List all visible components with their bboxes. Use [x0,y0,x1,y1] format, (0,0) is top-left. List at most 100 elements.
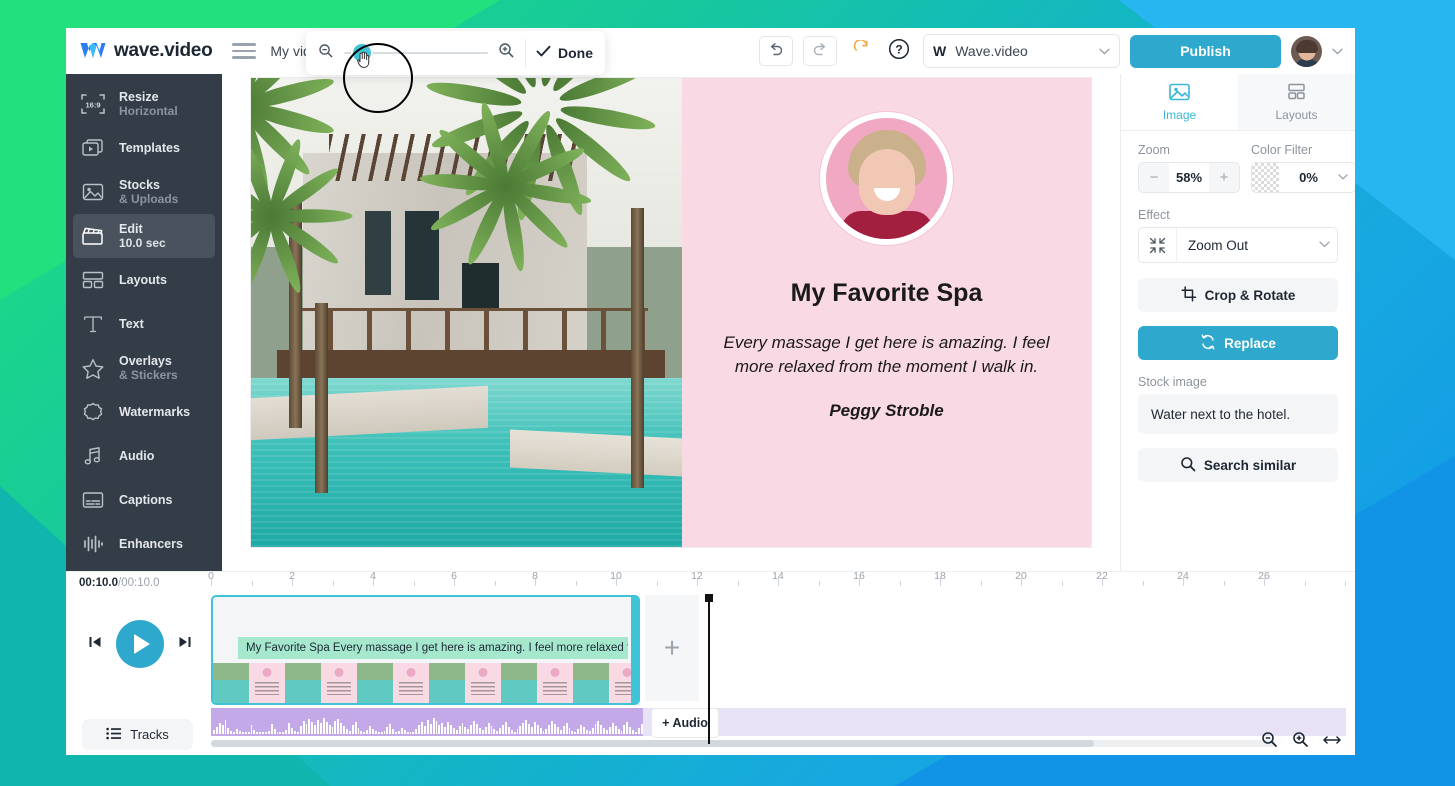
sidebar-item-captions[interactable]: Captions [66,478,222,522]
sidebar-item-sub: 10.0 sec [119,236,166,250]
sidebar-item-overlays-stickers[interactable]: Overlays & Stickers [66,346,222,390]
magnifier-minus-icon[interactable] [318,43,334,64]
waveform-bar [253,730,256,734]
sidebar-item-audio[interactable]: Audio [66,434,222,478]
clip-thumbnail [465,663,501,703]
tracks-button[interactable]: Tracks [82,719,193,750]
waveform-bar [510,730,513,734]
clip-trim-handle-right[interactable] [631,597,638,703]
zoom-increase-button[interactable]: + [1209,163,1239,192]
canvas-quote[interactable]: Every massage I get here is amazing. I f… [722,331,1052,379]
sidebar-item-label: Text [119,317,144,331]
waveform-bar [265,732,267,734]
replace-button[interactable]: Replace [1138,326,1338,360]
waveform-bar [369,726,371,734]
sidebar-item-watermarks[interactable]: Watermarks [66,390,222,434]
avatar-photo[interactable] [820,112,953,245]
waveform-bar [317,720,319,734]
refresh-button[interactable] [847,37,875,65]
waveform-bar [536,725,539,734]
search-similar-button[interactable]: Search similar [1138,448,1338,482]
waveform-bar [525,720,528,734]
hamburger-menu-icon[interactable] [232,43,257,59]
effect-select[interactable]: Zoom Out [1138,227,1338,263]
tracks-label: Tracks [130,727,169,742]
color-filter-select[interactable]: 0% [1251,162,1355,193]
crop-rotate-button[interactable]: Crop & Rotate [1138,278,1338,312]
zoom-value[interactable]: 58% [1169,163,1209,192]
video-canvas[interactable]: My Favorite Spa Every massage I get here… [251,78,1091,547]
fit-width-arrows-icon[interactable] [1323,733,1341,751]
zoom-decrease-button[interactable]: − [1139,163,1169,192]
sidebar-item-enhancers[interactable]: Enhancers [66,522,222,566]
sidebar-item-edit[interactable]: Edit 10.0 sec [73,214,215,258]
done-button[interactable]: Done [536,45,593,61]
zoom-slider[interactable] [344,44,488,68]
refresh-icon [853,39,870,62]
brand-select[interactable]: W Wave.video [923,34,1120,68]
time-display: 00:10.0/00:10.0 [79,577,160,589]
waveform-bar [325,722,328,734]
canvas-photo-pane[interactable] [251,78,682,547]
waveform-bar [493,729,496,734]
publish-button[interactable]: Publish [1130,34,1281,68]
waveform-bar [409,732,412,734]
undo-button[interactable] [759,36,793,66]
waveform-bar [600,725,603,734]
redo-button[interactable] [803,36,837,66]
ruler-tick-label: 22 [1096,570,1108,582]
crop-icon [1181,285,1197,305]
play-button[interactable] [116,620,164,668]
app-header: wave.video My vide Done ? W Wave.video P… [66,28,1355,75]
waveform-bar [239,731,241,734]
add-clip-button[interactable]: + [645,595,699,701]
caption-block[interactable]: My Favorite Spa Every massage I get here… [238,637,628,659]
audio-clip[interactable] [211,708,643,736]
sidebar-item-text[interactable]: Text [66,302,222,346]
skip-previous-icon[interactable] [88,635,102,654]
waveform-bar [276,732,279,734]
waveform-bar [533,722,536,734]
avatar[interactable] [1291,35,1322,67]
clip-thumbnail [429,663,465,703]
canvas-text-pane[interactable]: My Favorite Spa Every massage I get here… [682,78,1091,547]
resize-16-9-icon: 16:9 [80,91,106,117]
waveform-bar [435,721,438,734]
canvas-title[interactable]: My Favorite Spa [791,279,983,308]
waveform-icon [80,531,106,557]
sidebar-item-sub: & Uploads [119,192,179,206]
clip-thumbnail [357,663,393,703]
waveform-bar [542,731,545,734]
sidebar-item-label: Captions [119,493,173,507]
skip-next-icon[interactable] [178,635,192,654]
sidebar-item-templates[interactable]: Templates [66,126,222,170]
header-actions: ? W Wave.video Publish [759,34,1355,68]
video-clip[interactable]: My Favorite Spa Every massage I get here… [211,595,640,705]
timeline-ruler[interactable]: 0 2 4 6 8 10 12 14 16 18 20 22 24 26 [208,570,1346,594]
magnifier-minus-icon[interactable] [1261,731,1278,753]
help-button[interactable]: ? [885,37,913,65]
sidebar-item-layouts[interactable]: Layouts [66,258,222,302]
undo-arrow-icon [768,42,784,61]
ruler-tick-label: 4 [370,570,376,582]
canvas-author[interactable]: Peggy Stroble [829,401,943,421]
waveform-bar [568,728,571,734]
magnifier-plus-icon[interactable] [1292,731,1309,753]
magnifier-icon [1180,456,1196,475]
tab-image[interactable]: Image [1121,74,1238,130]
waveform-bar [227,728,230,734]
avatar-chevron-down-icon[interactable] [1332,42,1343,60]
waveform-bar [360,731,363,734]
right-properties-panel: Image Layouts Zoom − 58% + Color Filter … [1120,74,1355,571]
magnifier-plus-icon[interactable] [498,42,515,64]
sidebar-item-stocks-uploads[interactable]: Stocks & Uploads [66,170,222,214]
sidebar-item-resize[interactable]: 16:9 Resize Horizontal [66,82,222,126]
zoom-stepper[interactable]: − 58% + [1138,162,1240,193]
playhead[interactable] [705,594,712,744]
waveform-bar [366,730,369,734]
timeline-scrollbar[interactable] [211,740,1275,747]
brand-logo[interactable]: wave.video [66,40,213,62]
tab-layouts[interactable]: Layouts [1238,74,1355,130]
sidebar-item-label: Enhancers [119,537,183,551]
waveform-bar [406,732,409,734]
